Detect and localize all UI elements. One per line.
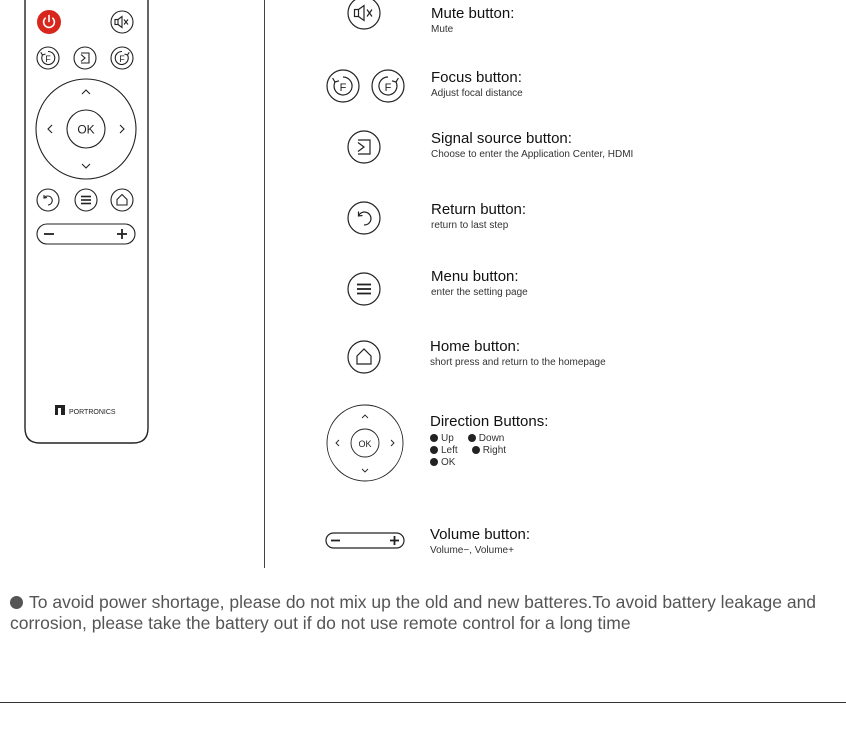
dpad-ok-label: OK bbox=[77, 123, 94, 137]
menu-icon bbox=[74, 188, 98, 212]
home-button-title: Home button: bbox=[430, 338, 521, 355]
battery-note: To avoid power shortage, please do not m… bbox=[10, 592, 846, 634]
direction-ok-label: OK bbox=[358, 439, 371, 449]
return-button-title: Return button: bbox=[431, 201, 527, 218]
svg-text:F: F bbox=[385, 82, 392, 94]
volume-button-icon bbox=[325, 532, 405, 549]
note-bullet-icon bbox=[10, 596, 23, 609]
dpad-left-icon bbox=[47, 124, 53, 134]
focus-minus-icon: F bbox=[36, 46, 60, 70]
ok-bullet-icon bbox=[430, 458, 438, 466]
brand-logo: PORTRONICS bbox=[55, 405, 116, 416]
menu-button-icon bbox=[347, 272, 381, 306]
power-icon bbox=[37, 10, 61, 34]
signal-source-text: Choose to enter the Application Center, … bbox=[431, 149, 634, 160]
direction-right-label: Right bbox=[482, 445, 507, 456]
focus-minus-button-icon: F bbox=[326, 69, 360, 103]
icon-column: F F OK bbox=[325, 0, 405, 549]
signal-source-icon bbox=[73, 46, 97, 70]
mute-button-title: Mute button: bbox=[431, 5, 515, 22]
down-bullet-icon bbox=[467, 434, 476, 442]
mute-button-text: Mute bbox=[431, 24, 454, 35]
mute-icon bbox=[110, 10, 134, 34]
home-button-icon bbox=[347, 340, 381, 374]
focus-button-text: Adjust focal distance bbox=[431, 88, 523, 99]
dpad-up-icon bbox=[81, 89, 91, 95]
menu-button-text: enter the setting page bbox=[431, 287, 528, 298]
focus-plus-icon: F bbox=[110, 46, 134, 70]
direction-left-label: Left bbox=[441, 445, 458, 456]
right-bullet-icon bbox=[471, 446, 480, 454]
direction-down-label: Down bbox=[478, 433, 505, 444]
return-button-icon bbox=[347, 201, 381, 235]
focus-plus-button-icon: F bbox=[371, 69, 405, 103]
svg-text:PORTRONICS: PORTRONICS bbox=[69, 409, 116, 416]
direction-up-label: Up bbox=[441, 433, 454, 444]
home-icon bbox=[110, 188, 134, 212]
dpad-down-icon bbox=[81, 163, 91, 169]
svg-text:F: F bbox=[340, 82, 347, 94]
direction-ok-text: OK bbox=[441, 457, 456, 468]
return-icon bbox=[36, 188, 60, 212]
direction-buttons-list: Up Down Left Right OK bbox=[430, 433, 506, 469]
signal-source-button-icon bbox=[347, 130, 381, 164]
volume-button-text: Volume−, Volume+ bbox=[430, 545, 514, 556]
up-bullet-icon bbox=[430, 434, 438, 442]
menu-button-title: Menu button: bbox=[431, 268, 519, 285]
signal-source-title: Signal source button: bbox=[431, 130, 572, 147]
remote-control-illustration: F F OK PORTRONICS bbox=[24, 0, 149, 444]
dpad-right-icon bbox=[119, 124, 125, 134]
svg-text:F: F bbox=[45, 54, 51, 64]
volume-button-title: Volume button: bbox=[430, 526, 531, 543]
vertical-divider bbox=[264, 0, 265, 568]
mute-button-icon bbox=[347, 0, 381, 30]
svg-text:F: F bbox=[119, 54, 125, 64]
bottom-rule bbox=[0, 702, 846, 703]
home-button-text: short press and return to the homepage bbox=[430, 357, 606, 368]
left-bullet-icon bbox=[430, 446, 438, 454]
return-button-text: return to last step bbox=[431, 220, 509, 231]
volume-bar bbox=[36, 223, 136, 245]
focus-button-title: Focus button: bbox=[431, 69, 522, 86]
battery-note-text: To avoid power shortage, please do not m… bbox=[10, 592, 817, 633]
direction-buttons-title: Direction Buttons: bbox=[430, 413, 549, 430]
page: F F OK PORTRONICS F F OK Mute button: Mu… bbox=[0, 0, 846, 749]
